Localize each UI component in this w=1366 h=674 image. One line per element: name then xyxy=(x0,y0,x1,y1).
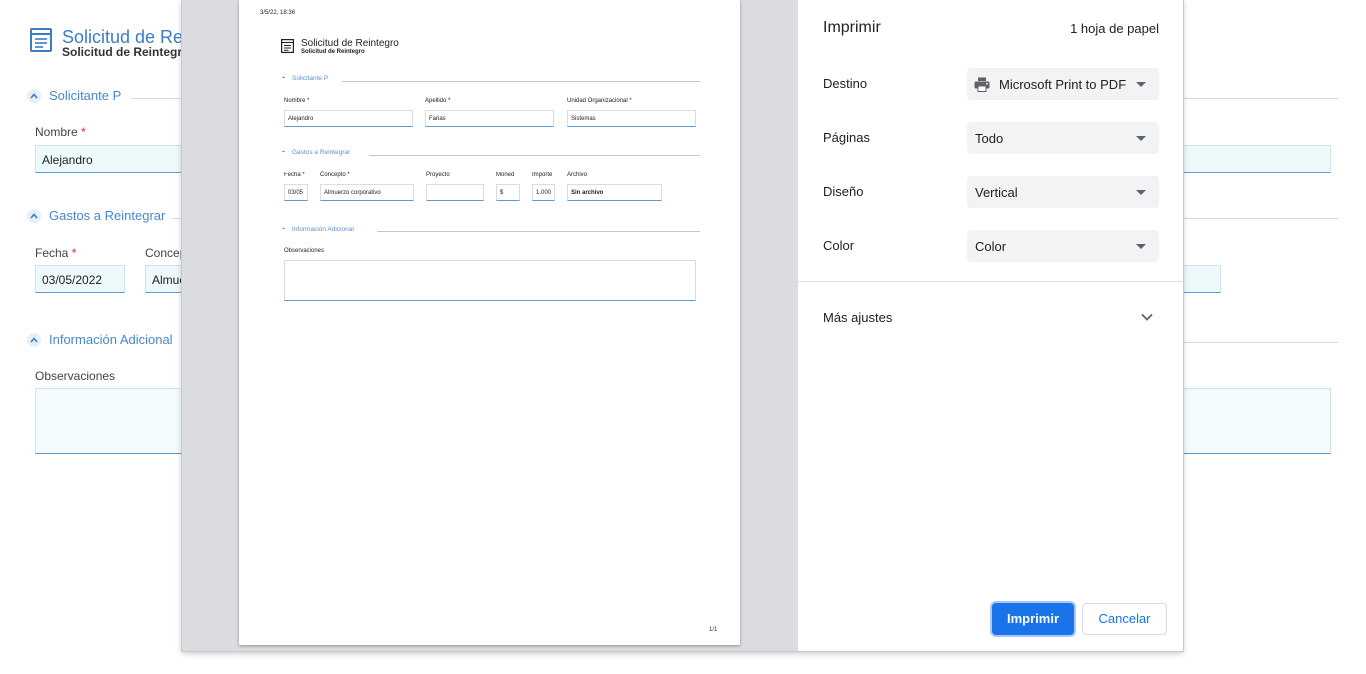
preview-apellido-label: Apellido * xyxy=(425,98,451,104)
preview-fecha-label: Fecha * xyxy=(284,172,305,178)
section-divider xyxy=(131,98,183,99)
paginas-select[interactable]: Todo xyxy=(967,122,1159,154)
preview-page: 3/5/22, 18:36 Solicitud de Reintegro Sol… xyxy=(239,0,740,645)
fecha-input[interactable]: 03/05/2022 xyxy=(35,265,125,293)
preview-nombre-label: Nombre * xyxy=(284,98,310,104)
print-settings-panel: Imprimir 1 hoja de papel Destino Microso… xyxy=(798,0,1183,651)
preview-importe-input: 1.000 xyxy=(532,184,555,201)
observaciones-textarea[interactable] xyxy=(35,388,185,454)
observaciones-textarea-right[interactable] xyxy=(1183,388,1331,454)
chevron-down-icon[interactable] xyxy=(1141,313,1153,321)
form-icon xyxy=(30,28,52,52)
preview-observaciones-textarea xyxy=(284,260,696,301)
preview-proyecto-label: Proyecto xyxy=(426,172,450,178)
preview-moneda-label: Moned xyxy=(496,172,515,178)
destino-value: Microsoft Print to PDF xyxy=(999,77,1127,92)
chevron-up-icon[interactable] xyxy=(27,333,41,347)
destino-select[interactable]: Microsoft Print to PDF xyxy=(967,68,1159,100)
preview-unidad-input: Sistemas xyxy=(567,110,696,127)
dropdown-caret-icon xyxy=(1136,82,1146,87)
preview-date-header: 3/5/22, 18:36 xyxy=(260,10,296,16)
cancel-button[interactable]: Cancelar xyxy=(1082,603,1167,635)
chevron-up-icon[interactable] xyxy=(27,209,41,223)
section-divider xyxy=(1183,342,1338,343)
concepto-input[interactable]: Almue xyxy=(145,265,185,293)
concepto-label: Concep xyxy=(145,246,183,260)
preview-nombre-input: Alejandro xyxy=(284,110,413,127)
color-value: Color xyxy=(975,239,1007,254)
preview-section-divider xyxy=(377,231,700,232)
color-select[interactable]: Color xyxy=(967,230,1159,262)
preview-page-number: 1/1 xyxy=(709,627,718,633)
preview-fecha-input: 03/05 xyxy=(284,184,308,201)
paginas-value: Todo xyxy=(975,131,1004,146)
sheet-count: 1 hoja de papel xyxy=(1070,21,1159,36)
preview-section-divider xyxy=(342,81,700,82)
color-label: Color xyxy=(823,238,855,253)
chevron-up-icon[interactable] xyxy=(27,89,41,103)
paginas-label: Páginas xyxy=(823,130,870,145)
preview-section-solicitante: Solicitante P xyxy=(292,75,329,82)
print-preview-area[interactable]: 3/5/22, 18:36 Solicitud de Reintegro Sol… xyxy=(182,0,798,651)
preview-moneda-input: $ xyxy=(496,184,520,201)
page-subtitle: Solicitud de Reintegro xyxy=(62,45,190,59)
preview-concepto-input: Almuerzo corporativo xyxy=(320,184,414,201)
printer-icon xyxy=(974,77,990,92)
nombre-label: Nombre * xyxy=(35,125,86,139)
archivo-input[interactable] xyxy=(1183,265,1221,293)
diseno-value: Vertical xyxy=(975,185,1018,200)
preview-observaciones-label: Observaciones xyxy=(284,248,325,254)
section-title-gastos[interactable]: Gastos a Reintegrar xyxy=(49,208,165,223)
section-divider xyxy=(1183,218,1338,219)
diseno-label: Diseño xyxy=(823,184,864,199)
observaciones-label: Observaciones xyxy=(35,369,116,383)
chevron-up-icon: ⌃ xyxy=(281,77,287,83)
chevron-up-icon: ⌃ xyxy=(281,151,287,157)
print-title: Imprimir xyxy=(823,19,881,36)
dropdown-caret-icon xyxy=(1136,190,1146,195)
print-button[interactable]: Imprimir xyxy=(992,603,1074,635)
preview-unidad-label: Unidad Organizacional * xyxy=(567,98,632,104)
preview-subtitle: Solicitud de Reintegro xyxy=(301,49,365,55)
section-title-solicitante[interactable]: Solicitante P xyxy=(49,88,121,103)
form-icon xyxy=(281,39,294,53)
chevron-up-icon: ⌃ xyxy=(281,228,287,234)
preview-apellido-input: Farias xyxy=(425,110,554,127)
preview-archivo-label: Archivo xyxy=(567,172,588,178)
preview-section-divider xyxy=(369,155,700,156)
dropdown-caret-icon xyxy=(1136,136,1146,141)
preview-section-gastos: Gastos a Reintegrar xyxy=(292,149,351,156)
section-divider xyxy=(1183,98,1338,99)
preview-concepto-label: Concepto * xyxy=(320,172,350,178)
preview-proyecto-input xyxy=(426,184,484,201)
print-dialog: 3/5/22, 18:36 Solicitud de Reintegro Sol… xyxy=(182,0,1183,651)
settings-divider xyxy=(798,281,1183,282)
more-settings-toggle[interactable]: Más ajustes xyxy=(823,310,892,325)
dropdown-caret-icon xyxy=(1136,244,1146,249)
nombre-input[interactable]: Alejandro xyxy=(35,145,185,173)
destino-label: Destino xyxy=(823,76,868,91)
preview-section-info: Información Adicional xyxy=(292,226,354,233)
section-title-info[interactable]: Información Adicional xyxy=(49,332,173,347)
preview-importe-label: Importe xyxy=(532,172,553,178)
preview-title: Solicitud de Reintegro xyxy=(301,38,399,49)
fecha-label: Fecha * xyxy=(35,246,77,260)
preview-archivo-input: Sin archivo xyxy=(567,184,662,201)
unidad-input[interactable] xyxy=(1183,145,1331,173)
diseno-select[interactable]: Vertical xyxy=(967,176,1159,208)
